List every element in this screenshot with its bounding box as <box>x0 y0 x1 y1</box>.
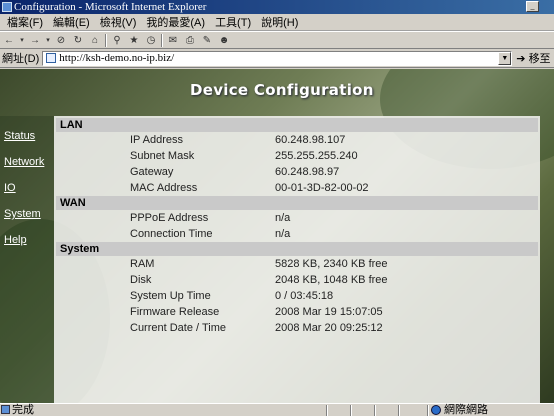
ie-icon <box>2 2 12 12</box>
toolbar: ← ▾ → ▾ ⊘ ↻ ⌂ ⚲ ★ ◷ ✉ ⎙ ✎ ☻ <box>0 31 554 49</box>
section-wan: WAN <box>56 196 538 210</box>
back-dropdown-icon[interactable]: ▾ <box>19 33 25 47</box>
table-row: Firmware Release 2008 Mar 19 15:07:05 <box>54 304 540 320</box>
row-label: Disk <box>130 274 152 286</box>
row-value: 2048 KB, 1048 KB free <box>275 274 388 286</box>
table-row: Disk 2048 KB, 1048 KB free <box>54 272 540 288</box>
go-label: 移至 <box>528 53 551 65</box>
row-value: 255.255.255.240 <box>275 150 358 162</box>
nav-status[interactable]: Status <box>4 130 35 142</box>
address-input[interactable] <box>59 52 490 64</box>
menu-tools[interactable]: 工具(T) <box>210 14 256 30</box>
address-label: 網址(D) <box>2 53 40 65</box>
row-label: IP Address <box>130 134 183 146</box>
config-panel: LAN IP Address 60.248.98.107 Subnet Mask… <box>54 116 540 403</box>
row-value: 5828 KB, 2340 KB free <box>275 258 388 270</box>
row-value: n/a <box>275 212 291 224</box>
menu-view[interactable]: 檢視(V) <box>95 14 142 30</box>
page-title: Device Configuration <box>190 81 374 99</box>
forward-dropdown-icon[interactable]: ▾ <box>45 33 51 47</box>
row-label: Subnet Mask <box>130 150 195 162</box>
table-row: Current Date / Time 2008 Mar 20 09:25:12 <box>54 320 540 336</box>
menu-edit[interactable]: 編輯(E) <box>48 14 95 30</box>
table-row: IP Address 60.248.98.107 <box>54 132 540 148</box>
toolbar-separator <box>161 33 163 47</box>
row-label: RAM <box>130 258 155 270</box>
favorites-icon[interactable]: ★ <box>127 33 141 47</box>
title-bar: Configuration - Microsoft Internet Explo… <box>0 0 554 14</box>
table-row: Subnet Mask 255.255.255.240 <box>54 148 540 164</box>
row-value: 2008 Mar 19 15:07:05 <box>275 306 383 318</box>
window-title: Configuration - Microsoft Internet Explo… <box>14 1 207 13</box>
row-label: Firmware Release <box>130 306 220 318</box>
row-value: n/a <box>275 228 291 240</box>
stop-icon[interactable]: ⊘ <box>54 33 68 47</box>
menu-file[interactable]: 檔案(F) <box>2 14 48 30</box>
row-label: System Up Time <box>130 290 211 302</box>
row-value: 60.248.98.97 <box>275 166 340 178</box>
nav-system[interactable]: System <box>4 208 41 220</box>
page-header: Device Configuration <box>0 69 554 116</box>
status-separator <box>427 405 429 416</box>
page-icon <box>46 53 57 63</box>
nav-help[interactable]: Help <box>4 234 27 246</box>
address-field[interactable]: ▼ <box>42 50 513 66</box>
row-value: 00-01-3D-82-00-02 <box>275 182 369 194</box>
menu-favorites[interactable]: 我的最愛(A) <box>141 14 210 30</box>
row-value: 60.248.98.107 <box>275 134 346 146</box>
row-label: PPPoE Address <box>130 212 209 224</box>
section-system: System <box>56 242 538 256</box>
page-done-icon <box>1 405 10 414</box>
zone-label: 網際網路 <box>444 404 488 416</box>
status-separator <box>350 405 352 416</box>
address-bar: 網址(D) ▼ ➔ 移至 <box>0 49 554 68</box>
back-icon[interactable]: ← <box>2 33 16 47</box>
toolbar-separator <box>105 33 107 47</box>
status-separator <box>326 405 328 416</box>
nav-network[interactable]: Network <box>4 156 44 168</box>
internet-zone-icon <box>431 405 441 415</box>
table-row: PPPoE Address n/a <box>54 210 540 226</box>
menu-bar: 檔案(F) 編輯(E) 檢視(V) 我的最愛(A) 工具(T) 說明(H) <box>0 14 554 31</box>
section-lan: LAN <box>56 118 538 132</box>
forward-icon[interactable]: → <box>28 33 42 47</box>
go-arrow-icon: ➔ <box>516 53 526 65</box>
table-row: Gateway 60.248.98.97 <box>54 164 540 180</box>
table-row: RAM 5828 KB, 2340 KB free <box>54 256 540 272</box>
minimize-button[interactable]: _ <box>526 1 539 12</box>
row-value: 2008 Mar 20 09:25:12 <box>275 322 383 334</box>
status-separator <box>398 405 400 416</box>
table-row: Connection Time n/a <box>54 226 540 242</box>
messenger-icon[interactable]: ☻ <box>217 33 231 47</box>
print-icon[interactable]: ⎙ <box>183 33 197 47</box>
status-bar: 完成 網際網路 <box>0 403 554 416</box>
search-icon[interactable]: ⚲ <box>110 33 124 47</box>
row-label: Gateway <box>130 166 174 178</box>
home-icon[interactable]: ⌂ <box>88 33 102 47</box>
nav-io[interactable]: IO <box>4 182 16 194</box>
edit-icon[interactable]: ✎ <box>200 33 214 47</box>
refresh-icon[interactable]: ↻ <box>71 33 85 47</box>
table-row: System Up Time 0 / 03:45:18 <box>54 288 540 304</box>
menu-help[interactable]: 說明(H) <box>256 14 303 30</box>
address-dropdown-icon[interactable]: ▼ <box>498 51 512 65</box>
status-text: 完成 <box>12 404 34 416</box>
row-value: 0 / 03:45:18 <box>275 290 334 302</box>
history-icon[interactable]: ◷ <box>144 33 158 47</box>
table-row: MAC Address 00-01-3D-82-00-02 <box>54 180 540 196</box>
row-label: Connection Time <box>130 228 213 240</box>
row-label: Current Date / Time <box>130 322 226 334</box>
side-nav: Status Network IO System Help <box>0 116 54 403</box>
mail-icon[interactable]: ✉ <box>166 33 180 47</box>
go-button[interactable]: ➔ 移至 <box>516 50 550 66</box>
status-separator <box>374 405 376 416</box>
row-label: MAC Address <box>130 182 198 194</box>
page-content: Device Configuration Status Network IO S… <box>0 69 554 403</box>
